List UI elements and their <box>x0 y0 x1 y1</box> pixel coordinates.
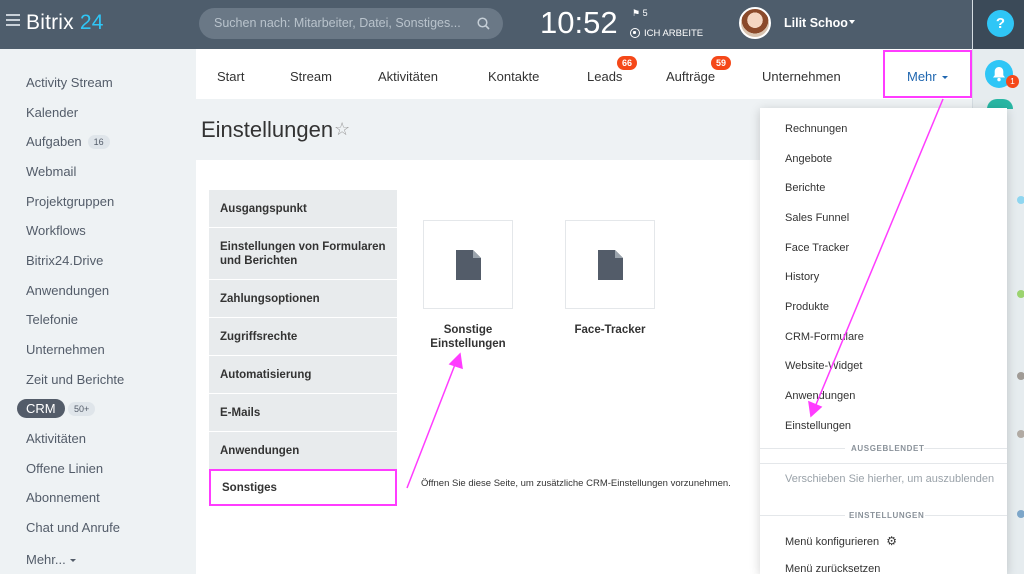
sidebar-item-offene-linien[interactable]: Offene Linien <box>26 461 103 476</box>
avatar[interactable] <box>739 7 771 39</box>
menu-item-angebote[interactable]: Angebote <box>785 153 832 165</box>
settings-menu-zugriffsrechte[interactable]: Zugriffsrechte <box>209 318 397 356</box>
right-panel-header: ? <box>973 0 1024 49</box>
tab-kontakte[interactable]: Kontakte <box>488 69 539 84</box>
menu-zuruecksetzen[interactable]: Menü zurücksetzen <box>785 563 880 574</box>
settings-menu-automatisierung[interactable]: Automatisierung <box>209 356 397 394</box>
sidebar-item-label: Mehr... <box>26 552 66 567</box>
tile-label[interactable]: Face-Tracker <box>560 323 660 337</box>
logo-accent: 24 <box>79 11 104 34</box>
help-button[interactable]: ? <box>987 10 1014 37</box>
gear-icon: ⚙ <box>886 534 897 548</box>
sidebar-item-drive[interactable]: Bitrix24.Drive <box>26 253 103 268</box>
top-bar: Bitrix 24 Suchen nach: Mitarbeiter, Date… <box>0 0 972 49</box>
leads-badge: 66 <box>617 56 638 70</box>
flag-count: 5 <box>642 8 648 18</box>
search-icon[interactable] <box>477 17 490 30</box>
sidebar-item-anwendungen[interactable]: Anwendungen <box>26 283 109 298</box>
sidebar-item-aktivitaeten[interactable]: Aktivitäten <box>26 431 86 446</box>
sidebar-item-crm[interactable]: CRM <box>17 399 65 418</box>
tile-label[interactable]: Sonstige Einstellungen <box>418 323 518 351</box>
contact-avatar[interactable] <box>1017 510 1024 518</box>
sidebar-item-workflows[interactable]: Workflows <box>26 223 86 238</box>
menu-item-crm-formulare[interactable]: CRM-Formulare <box>785 331 864 343</box>
counter-badge: 50+ <box>68 402 96 416</box>
chevron-down-icon[interactable] <box>849 20 855 24</box>
section-description: Öffnen Sie diese Seite, um zusätzliche C… <box>421 478 731 489</box>
divider <box>924 448 1007 449</box>
contact-avatar[interactable] <box>1017 430 1024 438</box>
counter-badge: 16 <box>87 135 110 149</box>
page-title: Einstellungen <box>201 117 334 142</box>
sidebar-item-label: Aufgaben <box>26 134 82 149</box>
tab-mehr[interactable]: Mehr <box>907 69 937 84</box>
notification-badge: 1 <box>1006 75 1019 88</box>
status-dot <box>1017 290 1024 298</box>
menu-item-anwendungen[interactable]: Anwendungen <box>785 390 855 402</box>
hidden-items-dropzone[interactable]: Verschieben Sie hierher, um auszublenden <box>785 473 994 485</box>
star-icon[interactable]: ☆ <box>334 119 350 140</box>
search-placeholder: Suchen nach: Mitarbeiter, Datei, Sonstig… <box>214 16 461 30</box>
sidebar-item-zeit-und-berichte[interactable]: Zeit und Berichte <box>26 372 124 387</box>
chevron-down-icon <box>942 76 948 79</box>
document-icon <box>456 250 481 280</box>
menu-icon[interactable] <box>6 14 20 28</box>
settings-menu-ausgangspunkt[interactable]: Ausgangspunkt <box>209 190 397 228</box>
user-name[interactable]: Lilit Schoo <box>784 16 848 30</box>
sidebar-item-kalender[interactable]: Kalender <box>26 105 78 120</box>
menu-item-website-widget[interactable]: Website-Widget <box>785 360 862 372</box>
divider <box>925 515 1007 516</box>
tab-auftraege[interactable]: Aufträge <box>666 69 715 84</box>
sidebar-item-projektgruppen[interactable]: Projektgruppen <box>26 194 114 209</box>
menu-item-berichte[interactable]: Berichte <box>785 182 825 194</box>
sidebar-item-aufgaben[interactable]: Aufgaben 16 <box>26 134 110 149</box>
work-status[interactable]: ICH ARBEITE <box>630 28 703 39</box>
menu-item-face-tracker[interactable]: Face Tracker <box>785 242 849 254</box>
settings-menu-anwendungen[interactable]: Anwendungen <box>209 432 397 470</box>
tab-start[interactable]: Start <box>217 69 244 84</box>
auftraege-badge: 59 <box>711 56 732 70</box>
logo[interactable]: Bitrix 24 <box>26 11 104 35</box>
document-icon <box>598 250 623 280</box>
tile-sonstige-einstellungen[interactable] <box>423 220 513 309</box>
tab-stream[interactable]: Stream <box>290 69 332 84</box>
divider <box>760 515 845 516</box>
work-status-icon <box>630 28 640 38</box>
sidebar-item-chat-und-anrufe[interactable]: Chat und Anrufe <box>26 520 120 535</box>
clock[interactable]: 10:52 <box>540 5 618 41</box>
menu-item-produkte[interactable]: Produkte <box>785 301 829 313</box>
settings-menu-emails[interactable]: E-Mails <box>209 394 397 432</box>
menu-item-history[interactable]: History <box>785 271 819 283</box>
sidebar-item-activity-stream[interactable]: Activity Stream <box>26 75 113 90</box>
sidebar-item-telefonie[interactable]: Telefonie <box>26 312 78 327</box>
menu-item-label: Menü konfigurieren <box>785 536 880 548</box>
settings-menu-sonstiges[interactable]: Sonstiges <box>209 469 397 506</box>
tab-aktivitaeten[interactable]: Aktivitäten <box>378 69 438 84</box>
status-dot <box>1017 196 1024 204</box>
section-header-ausgeblendet: AUSGEBLENDET <box>851 444 925 453</box>
logo-text: Bitrix <box>26 11 74 34</box>
sidebar-item-webmail[interactable]: Webmail <box>26 164 76 179</box>
menu-item-rechnungen[interactable]: Rechnungen <box>785 123 847 135</box>
tab-leads[interactable]: Leads <box>587 69 622 84</box>
search-input[interactable]: Suchen nach: Mitarbeiter, Datei, Sonstig… <box>199 8 503 39</box>
menu-item-einstellungen[interactable]: Einstellungen <box>785 420 851 432</box>
work-status-label: ICH ARBEITE <box>644 28 704 39</box>
chevron-down-icon <box>69 559 76 562</box>
menu-item-sales-funnel[interactable]: Sales Funnel <box>785 212 849 224</box>
menu-konfigurieren[interactable]: Menü konfigurieren ⚙ <box>785 534 897 548</box>
tab-unternehmen[interactable]: Unternehmen <box>762 69 841 84</box>
flag-counter[interactable]: ⚑ 5 <box>632 8 648 19</box>
contact-avatar[interactable] <box>1017 372 1024 380</box>
settings-menu-formulare-berichte[interactable]: Einstellungen von Formularen und Bericht… <box>209 228 397 280</box>
divider <box>760 448 845 449</box>
settings-menu-zahlungsoptionen[interactable]: Zahlungsoptionen <box>209 280 397 318</box>
sidebar-item-unternehmen[interactable]: Unternehmen <box>26 342 105 357</box>
flag-icon: ⚑ <box>632 8 641 18</box>
sidebar-item-abonnement[interactable]: Abonnement <box>26 490 100 505</box>
section-header-einstellungen: EINSTELLUNGEN <box>849 511 925 520</box>
divider <box>760 463 1007 464</box>
tile-face-tracker[interactable] <box>565 220 655 309</box>
sidebar-item-mehr[interactable]: Mehr... <box>26 552 76 567</box>
